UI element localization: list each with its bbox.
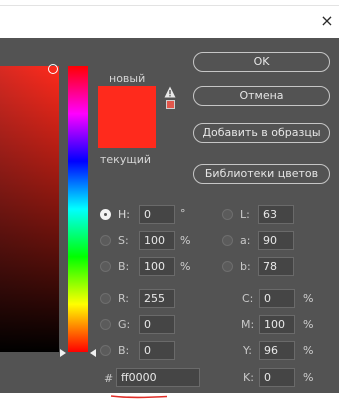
h-label: H: xyxy=(118,208,130,221)
radio-r[interactable] xyxy=(100,293,111,304)
radio-l[interactable] xyxy=(222,209,233,220)
radio-lab-b[interactable] xyxy=(222,261,233,272)
window-titlebar: × xyxy=(0,0,339,38)
blue-label: B: xyxy=(118,344,130,357)
lab-b-input[interactable]: 78 xyxy=(258,257,294,276)
current-color-swatch[interactable] xyxy=(98,117,156,148)
bottom-strip xyxy=(0,393,339,401)
g-label: G: xyxy=(118,318,131,331)
a-label: a: xyxy=(240,234,251,247)
k-label: K: xyxy=(243,371,254,384)
radio-g[interactable] xyxy=(100,319,111,330)
radio-b[interactable] xyxy=(100,261,111,272)
color-picker-dialog: новый текущий OK Отмена Добавить в образ… xyxy=(0,38,339,393)
blue-input[interactable]: 0 xyxy=(139,341,175,360)
b-unit: % xyxy=(180,260,191,273)
l-input[interactable]: 63 xyxy=(258,205,294,224)
g-input[interactable]: 0 xyxy=(139,315,175,334)
h-unit: ° xyxy=(180,207,186,220)
titlebar-divider xyxy=(0,5,339,6)
m-input[interactable]: 100 xyxy=(259,315,295,334)
color-field[interactable] xyxy=(0,66,59,352)
new-color-label: новый xyxy=(109,72,146,85)
warning-triangle-icon[interactable] xyxy=(164,86,176,98)
b-label: B: xyxy=(118,260,130,273)
add-to-swatches-button[interactable]: Добавить в образцы xyxy=(193,123,330,143)
b-input[interactable]: 100 xyxy=(139,257,175,276)
y-label: Y: xyxy=(243,344,252,357)
k-unit: % xyxy=(303,371,314,384)
hex-input[interactable]: ff0000 xyxy=(116,368,200,387)
radio-h[interactable] xyxy=(100,209,111,220)
close-icon[interactable]: × xyxy=(318,12,336,30)
red-underline-mark xyxy=(110,395,168,399)
y-input[interactable]: 96 xyxy=(259,341,295,360)
current-color-label: текущий xyxy=(100,153,151,166)
radio-a[interactable] xyxy=(222,235,233,246)
hex-label: # xyxy=(104,372,114,385)
a-input[interactable]: 90 xyxy=(258,231,294,250)
m-unit: % xyxy=(303,318,314,331)
gamut-swatch-icon[interactable] xyxy=(166,100,175,109)
h-input[interactable]: 0 xyxy=(139,205,175,224)
r-label: R: xyxy=(118,292,130,305)
lab-b-label: b: xyxy=(240,260,251,273)
hue-slider-right-arrow[interactable] xyxy=(90,349,96,357)
l-label: L: xyxy=(240,208,250,221)
c-input[interactable]: 0 xyxy=(259,289,295,308)
y-unit: % xyxy=(303,344,314,357)
c-unit: % xyxy=(303,292,314,305)
color-field-marker[interactable] xyxy=(48,64,58,74)
s-input[interactable]: 100 xyxy=(139,231,175,250)
ok-button[interactable]: OK xyxy=(193,52,330,72)
k-input[interactable]: 0 xyxy=(259,368,295,387)
cancel-button[interactable]: Отмена xyxy=(193,86,330,106)
radio-blue[interactable] xyxy=(100,345,111,356)
hue-slider[interactable] xyxy=(68,66,88,352)
s-label: S: xyxy=(118,234,129,247)
new-color-swatch xyxy=(98,86,156,117)
s-unit: % xyxy=(180,234,191,247)
c-label: C: xyxy=(242,292,254,305)
m-label: M: xyxy=(241,318,255,331)
r-input[interactable]: 255 xyxy=(139,289,175,308)
color-libraries-button[interactable]: Библиотеки цветов xyxy=(193,164,330,184)
radio-s[interactable] xyxy=(100,235,111,246)
hue-slider-left-arrow[interactable] xyxy=(60,349,66,357)
